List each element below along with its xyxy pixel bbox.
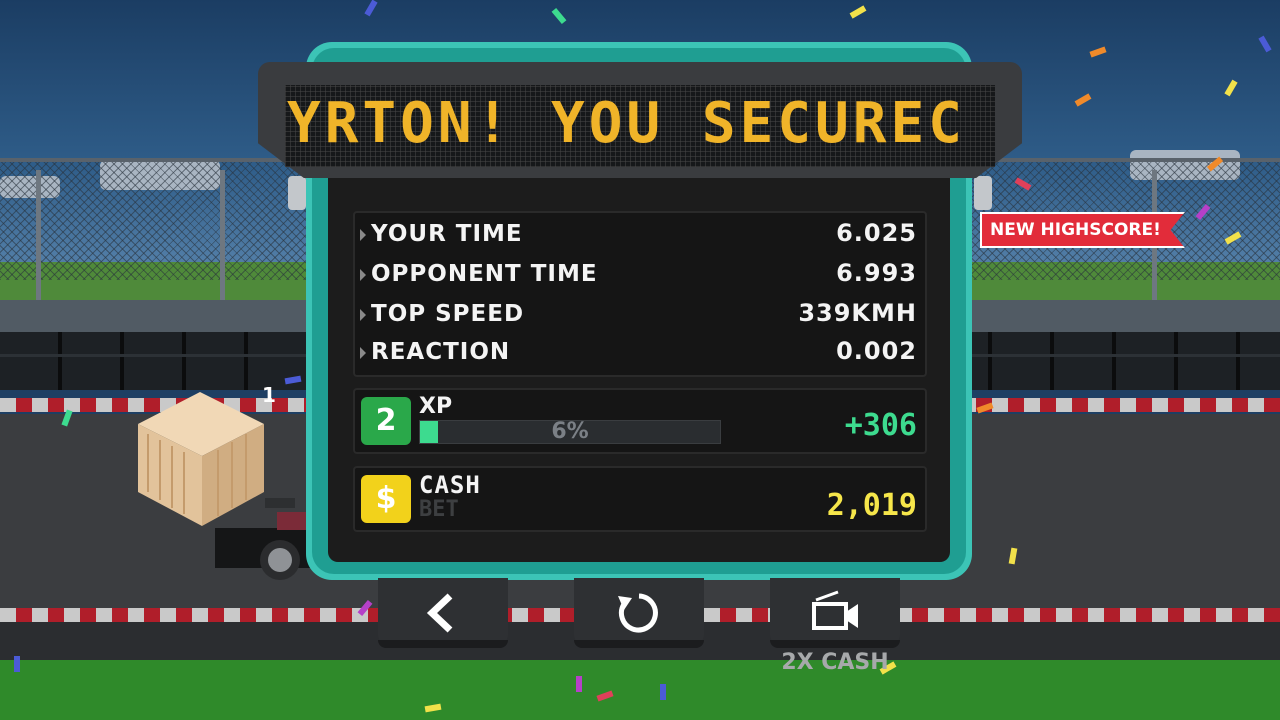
stat-row-reaction: REACTION 0.002 [355,335,925,371]
xp-progress-bar: 6% [419,420,721,444]
dollar-icon: $ [361,475,411,523]
xp-progress-text: 6% [551,419,589,444]
stat-label: TOP SPEED [371,301,525,327]
restart-icon [618,593,658,633]
grass [0,660,1280,720]
sign-hanger [288,176,306,210]
cash-amount: 2,019 [826,488,917,523]
double-cash-caption: 2X CASH [781,650,889,675]
row-arrow-icon [360,347,366,359]
stat-value: 0.002 [836,337,917,365]
back-arrow-icon [426,593,453,633]
race-stats: YOUR TIME 6.025 OPPONENT TIME 6.993 TOP … [353,211,927,377]
double-cash-ad-button[interactable] [770,578,900,648]
restart-button[interactable] [574,578,704,648]
stat-label: REACTION [371,339,511,365]
fence-pole [220,170,225,320]
stat-row-your-time: YOUR TIME 6.025 [355,217,925,253]
video-ad-icon [812,590,858,630]
sign-hanger [974,176,992,210]
cash-label: CASH [419,471,481,499]
stat-row-top-speed: TOP SPEED 339KMH [355,297,925,333]
confetti [14,656,20,672]
row-arrow-icon [360,309,366,321]
stat-value: 339KMH [798,299,917,327]
row-arrow-icon [360,229,366,241]
stat-value: 6.993 [836,259,917,287]
xp-gain: +306 [844,408,917,443]
fence-pole [36,170,41,320]
bet-label: BET [419,497,459,522]
stat-value: 6.025 [836,219,917,247]
stat-row-opponent-time: OPPONENT TIME 6.993 [355,257,925,293]
new-highscore-badge: NEW HIGHSCORE! [980,212,1185,248]
back-button[interactable] [378,578,508,648]
level-badge: 2 [361,397,411,445]
led-marquee: YRTON! YOU SECUREC [285,85,995,167]
row-arrow-icon [360,269,366,281]
confetti [660,684,666,700]
lane-number: 1 [262,383,276,407]
marquee-text: YRTON! YOU SECUREC [287,91,966,156]
stat-label: YOUR TIME [371,221,523,247]
confetti [576,676,582,692]
cash-section: $ CASH BET 2,019 [353,466,927,532]
xp-label: XP [419,394,453,419]
stat-label: OPPONENT TIME [371,261,598,287]
xp-section: 2 XP 6% +306 [353,388,927,454]
